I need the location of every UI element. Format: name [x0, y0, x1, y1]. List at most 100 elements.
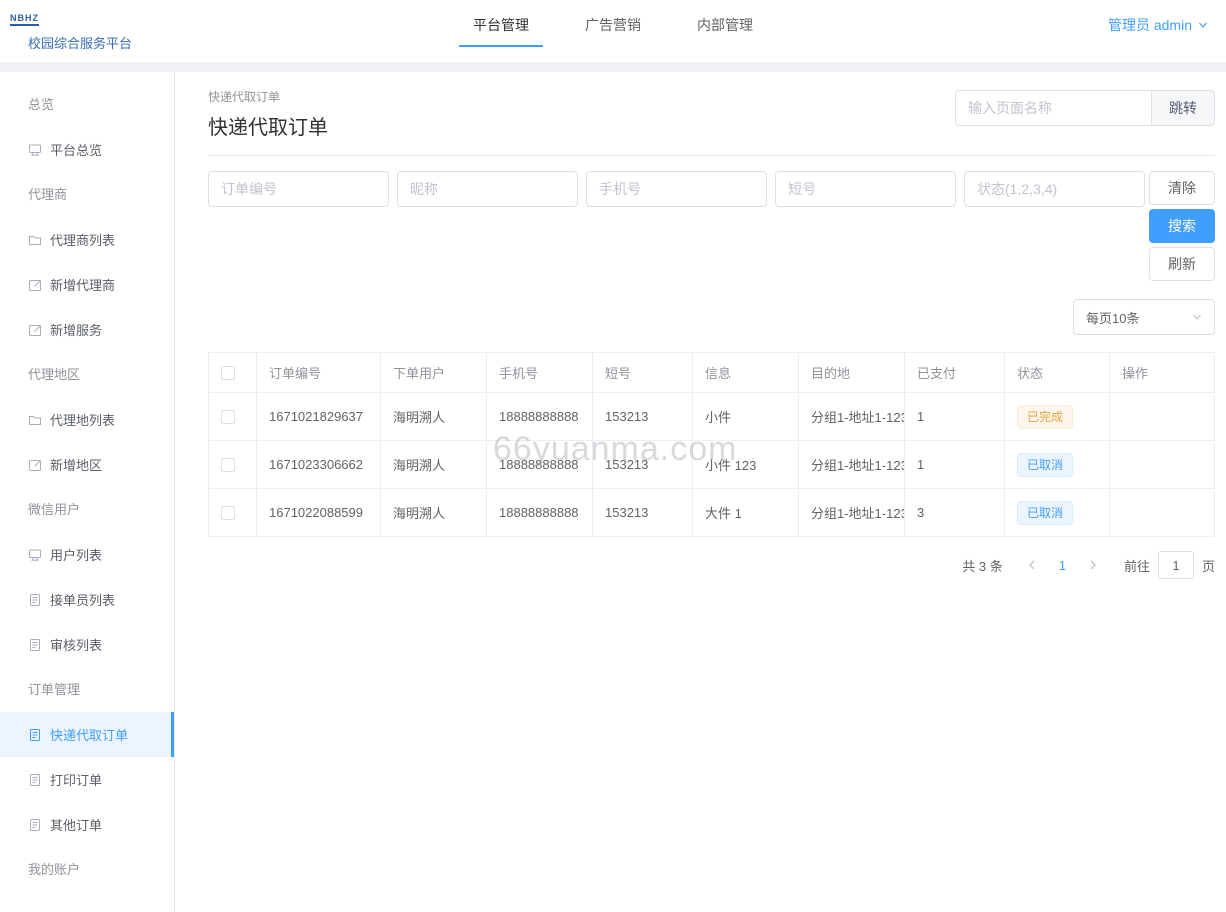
- goto-label: 前往: [1124, 556, 1150, 575]
- nav-tab[interactable]: 平台管理: [459, 0, 543, 47]
- sidebar-item[interactable]: 用户列表: [0, 532, 174, 577]
- document-icon: [28, 818, 42, 832]
- sidebar-item[interactable]: 打印订单: [0, 757, 174, 802]
- sidebar-item-label: 新增地区: [50, 455, 102, 474]
- page-jump-group: 跳转: [955, 90, 1215, 126]
- user-menu[interactable]: 管理员 admin: [1108, 15, 1208, 35]
- cell-destination: 分组1-地址1-123: [799, 441, 905, 489]
- sidebar-item-label: 代理地列表: [50, 410, 115, 429]
- pagination: 共 3 条 1 前往 页: [208, 551, 1215, 579]
- next-page-button[interactable]: [1078, 559, 1108, 571]
- sidebar-item[interactable]: 新增代理商: [0, 262, 174, 307]
- column-header: 订单编号: [257, 353, 381, 393]
- sidebar-item[interactable]: 快递代取订单: [0, 712, 174, 757]
- sidebar-group-heading: 订单管理: [0, 667, 174, 712]
- filter-input[interactable]: [208, 171, 389, 207]
- sidebar-item[interactable]: 接单员列表: [0, 577, 174, 622]
- cell-short-no: 153213: [593, 489, 693, 537]
- pagesize-row: 每页10条: [208, 299, 1215, 335]
- sidebar-item-label: 打印订单: [50, 770, 102, 789]
- cell-user: 海明溯人: [381, 393, 487, 441]
- filter-input[interactable]: [775, 171, 956, 207]
- goto-page-input[interactable]: [1158, 551, 1194, 579]
- filter-input[interactable]: [964, 171, 1145, 207]
- cell-paid: 1: [905, 441, 1005, 489]
- user-label: 管理员 admin: [1108, 15, 1192, 35]
- cell-short-no: 153213: [593, 441, 693, 489]
- row-checkbox[interactable]: [221, 410, 235, 424]
- jump-button[interactable]: 跳转: [1151, 90, 1215, 126]
- header-divider: [0, 62, 1226, 72]
- breadcrumb: 快递代取订单: [208, 88, 328, 105]
- sidebar-item-label: 接单员列表: [50, 590, 115, 609]
- nav-tab-label: 平台管理: [473, 17, 529, 33]
- dashboard-icon: [28, 548, 42, 562]
- brand: NBHZ 校园综合服务平台: [10, 8, 132, 52]
- column-header: 已支付: [905, 353, 1005, 393]
- refresh-button[interactable]: 刷新: [1149, 247, 1215, 281]
- column-header: 信息: [693, 353, 799, 393]
- pagination-total: 共 3 条: [962, 556, 1002, 575]
- nav-tab-label: 广告营销: [585, 17, 641, 33]
- filter-inputs: [208, 171, 1145, 207]
- orders-table: 订单编号下单用户手机号短号信息目的地已支付状态操作 1671021829637 …: [208, 352, 1215, 537]
- sidebar-group: 我的账户: [0, 847, 174, 892]
- sidebar-item[interactable]: 新增地区: [0, 442, 174, 487]
- row-checkbox[interactable]: [221, 506, 235, 520]
- sidebar-item[interactable]: 代理地列表: [0, 397, 174, 442]
- edit-icon: [28, 458, 42, 472]
- table-row: 1671021829637 海明溯人 18888888888 153213 小件…: [209, 393, 1215, 441]
- nav-tab[interactable]: 内部管理: [683, 0, 767, 47]
- sidebar-group-heading: 微信用户: [0, 487, 174, 532]
- nav-tab[interactable]: 广告营销: [571, 0, 655, 47]
- page-size-select[interactable]: 每页10条: [1073, 299, 1215, 335]
- sidebar-item[interactable]: 其他订单: [0, 802, 174, 847]
- sidebar-item-label: 快递代取订单: [50, 725, 128, 744]
- nav-tab-label: 内部管理: [697, 17, 753, 33]
- column-header: 下单用户: [381, 353, 487, 393]
- filter-input[interactable]: [397, 171, 578, 207]
- prev-page-button[interactable]: [1017, 559, 1047, 571]
- sidebar-item[interactable]: 平台总览: [0, 127, 174, 172]
- clear-button[interactable]: 清除: [1149, 171, 1215, 205]
- filter-input[interactable]: [586, 171, 767, 207]
- sidebar-group-heading: 代理地区: [0, 352, 174, 397]
- sidebar-group: 总览 平台总览: [0, 82, 174, 172]
- status-badge: 已取消: [1017, 453, 1073, 477]
- table-row: 1671022088599 海明溯人 18888888888 153213 大件…: [209, 489, 1215, 537]
- cell-info: 小件: [693, 393, 799, 441]
- row-checkbox[interactable]: [221, 458, 235, 472]
- table-header-row: 订单编号下单用户手机号短号信息目的地已支付状态操作: [209, 353, 1215, 393]
- sidebar-item-label: 平台总览: [50, 140, 102, 159]
- page-head: 快递代取订单 快递代取订单 跳转: [208, 88, 1215, 156]
- cell-paid: 3: [905, 489, 1005, 537]
- filters-row: 清除 搜索 刷新: [208, 171, 1215, 281]
- chevron-down-icon: [1192, 312, 1202, 322]
- sidebar-item-label: 其他订单: [50, 815, 102, 834]
- cell-phone: 18888888888: [487, 441, 593, 489]
- cell-actions: [1110, 489, 1215, 537]
- cell-actions: [1110, 441, 1215, 489]
- status-badge: 已取消: [1017, 501, 1073, 525]
- current-page[interactable]: 1: [1049, 558, 1076, 573]
- cell-phone: 18888888888: [487, 393, 593, 441]
- sidebar-group-heading: 我的账户: [0, 847, 174, 892]
- search-button[interactable]: 搜索: [1149, 209, 1215, 243]
- folder-icon: [28, 413, 42, 427]
- sidebar-item[interactable]: 审核列表: [0, 622, 174, 667]
- dashboard-icon: [28, 143, 42, 157]
- cell-short-no: 153213: [593, 393, 693, 441]
- nav-tabs: 平台管理 广告营销 内部管理: [445, 0, 781, 47]
- sidebar-item-label: 新增服务: [50, 320, 102, 339]
- sidebar-item[interactable]: 新增服务: [0, 307, 174, 352]
- sidebar-item[interactable]: 代理商列表: [0, 217, 174, 262]
- sidebar-item-label: 代理商列表: [50, 230, 115, 249]
- filter-buttons: 清除 搜索 刷新: [1149, 171, 1215, 281]
- sidebar-group: 代理地区 代理地列表 新增地区: [0, 352, 174, 487]
- column-header: 目的地: [799, 353, 905, 393]
- edit-icon: [28, 323, 42, 337]
- page-jump-input[interactable]: [955, 90, 1151, 126]
- select-all-checkbox[interactable]: [221, 366, 235, 380]
- page-size-value: 每页10条: [1086, 308, 1139, 327]
- column-header: 操作: [1110, 353, 1215, 393]
